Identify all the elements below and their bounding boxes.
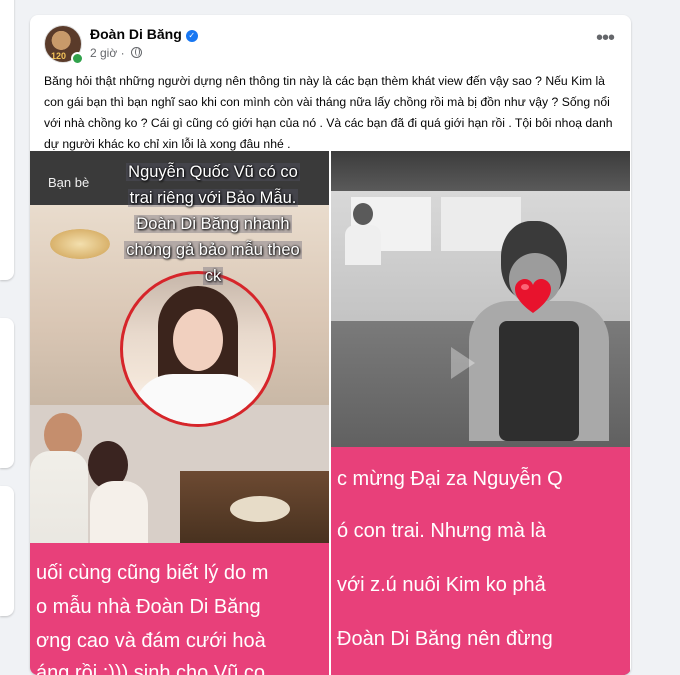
globe-icon[interactable] [130,47,142,58]
left-rail-card [0,318,14,468]
woman-face [173,309,223,371]
ceiling [331,151,630,191]
right-rail [666,0,680,666]
person [343,203,383,265]
post-author[interactable]: Đoàn Di Băng ✓ [90,26,198,42]
post-header: 120 Đoàn Di Băng ✓ 2 giờ · ••• [44,25,617,69]
author-name[interactable]: Đoàn Di Băng [90,26,182,42]
feed-post: 120 Đoàn Di Băng ✓ 2 giờ · ••• Băng hỏi t… [30,15,631,675]
overlay-line: chóng gả bảo mẫu theo [124,241,302,259]
caption-band: c mừng Đại za Nguyễn Q ó con trai. Nhưng… [331,447,630,675]
woman-shirt [133,374,263,424]
caption-line: uối cùng cũng biết lý do m [36,562,269,584]
left-rail-card [0,0,14,280]
overlay-line: trai riêng với Bảo Mẫu. [127,189,299,207]
child-apron [499,321,579,441]
caption-line: Đoàn Di Băng nên đừng [337,628,553,650]
more-horizontal-icon[interactable]: ••• [593,28,617,51]
post-image-right[interactable]: c mừng Đại za Nguyễn Q ó con trai. Nhưng… [331,151,630,675]
caption-line: ơng cao và đám cưới hoà [36,630,266,652]
red-heart-emoji-icon [515,279,551,313]
caption-line: c mừng Đại za Nguyễn Q [337,468,563,490]
left-rail-card [0,486,14,616]
highlight-circle [120,271,276,427]
image-tab-label: Bạn bè [48,175,90,190]
caption-band: uối cùng cũng biết lý do m o mẫu nhà Đoà… [30,543,329,675]
caption-line: ó con trai. Nhưng mà là [337,520,547,542]
image-overlay-text: Nguyễn Quốc Vũ có co trai riêng với Bảo … [98,159,328,289]
post-meta: 2 giờ · [90,46,142,60]
post-time[interactable]: 2 giờ [90,46,117,60]
left-rail [0,0,14,666]
person-head [353,203,373,225]
person-body [345,225,381,265]
caption-line: áng rồi :))) sinh cho Vũ co [36,662,265,675]
meta-separator: · [120,46,125,60]
overlay-line: ck [202,267,224,285]
post-image-left[interactable]: Bạn bè Nguyễn Quốc Vũ có co trai riêng v… [30,151,329,675]
overlay-line: Nguyễn Quốc Vũ có co [126,163,300,181]
verified-badge-icon: ✓ [185,30,198,42]
overlay-line: Đoàn Di Băng nhanh [134,215,292,233]
online-status-icon [71,52,84,65]
caption-line: với z.ú nuôi Kim ko phả [337,574,546,596]
post-text: Băng hỏi thật những người dựng nên thông… [44,74,613,151]
avatar-badge: 120 [51,51,67,61]
play-icon [451,347,475,379]
caption-line: o mẫu nhà Đoàn Di Băng [36,596,261,618]
plate [230,496,290,522]
